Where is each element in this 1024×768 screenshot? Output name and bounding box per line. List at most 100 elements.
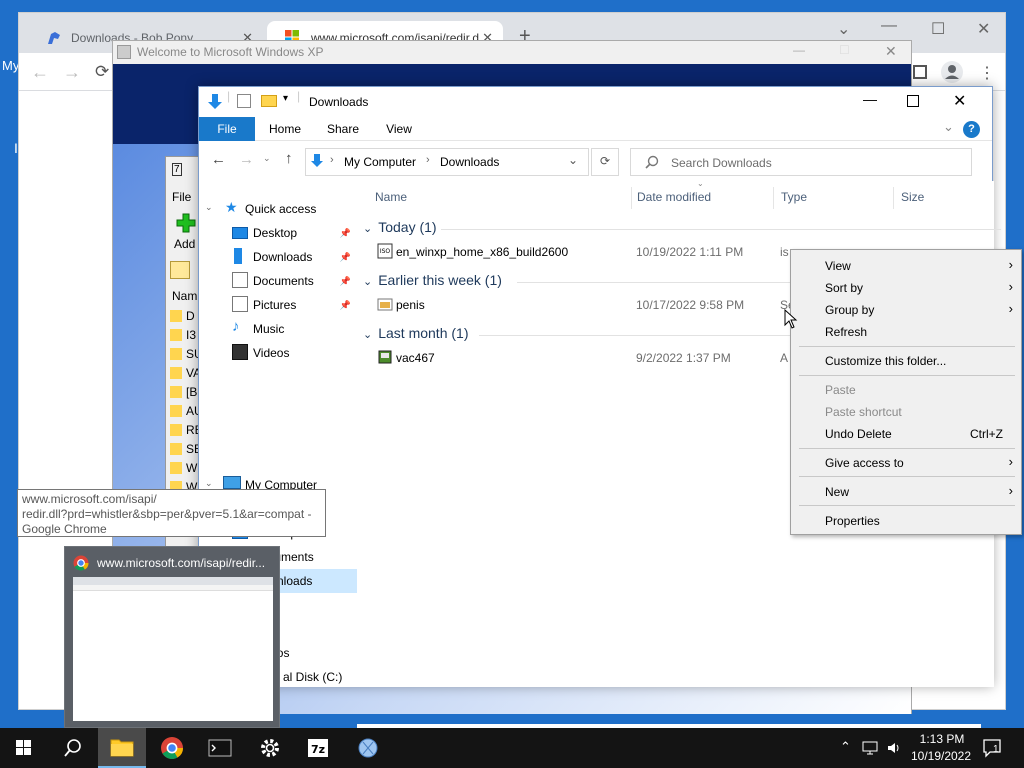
maximize-icon[interactable]: ☐ <box>839 43 850 57</box>
svg-text:ISO: ISO <box>380 248 391 255</box>
tree-item-documents[interactable]: Documents 📌 <box>199 269 357 293</box>
sevenzip-menu-file[interactable]: File <box>172 190 191 204</box>
add-icon[interactable] <box>176 213 196 233</box>
maximize-icon[interactable] <box>907 95 919 107</box>
sevenzip-list-item[interactable]: [B <box>170 385 197 399</box>
pin-icon[interactable]: 📌 <box>340 228 351 239</box>
expand-ribbon-icon[interactable]: ⌄ <box>943 119 954 135</box>
pin-icon[interactable]: 📌 <box>340 300 351 311</box>
profile-avatar[interactable] <box>941 61 963 83</box>
up-icon[interactable]: ↑ <box>285 150 293 167</box>
sevenzip-list-item[interactable]: I3 <box>170 328 196 342</box>
add-label[interactable]: Add <box>174 237 195 251</box>
menu-item-sort-by[interactable]: Sort by › <box>791 276 1021 298</box>
taskbar-thumbnail-preview[interactable]: www.microsoft.com/isapi/redir... <box>64 546 280 728</box>
column-name: Nam <box>172 289 198 303</box>
show-hidden-icons-icon[interactable]: ⌃ <box>840 739 851 755</box>
notifications-icon[interactable]: 1 <box>982 738 1004 758</box>
file-date: 10/17/2022 9:58 PM <box>636 298 745 312</box>
tree-item-downloads[interactable]: Downloads 📌 <box>199 245 357 269</box>
forward-icon[interactable]: → <box>239 151 254 168</box>
search-button[interactable] <box>48 728 96 768</box>
chrome-taskbar-button[interactable] <box>148 728 196 768</box>
column-header-type[interactable]: Type <box>781 181 807 213</box>
file-explorer-taskbar-button[interactable] <box>98 728 146 768</box>
ribbon-tab-share[interactable]: Share <box>319 117 367 141</box>
minimize-icon[interactable]: — <box>863 91 877 107</box>
settings-taskbar-button[interactable] <box>246 728 294 768</box>
address-bar[interactable]: › My Computer › Downloads ⌄ <box>305 148 589 176</box>
close-icon[interactable]: ✕ <box>953 91 966 111</box>
sevenzip-list-item[interactable]: W <box>170 461 197 475</box>
breadcrumb-downloads[interactable]: Downloads <box>440 155 499 169</box>
refresh-icon[interactable]: ⟳ <box>591 148 619 176</box>
group-header[interactable]: ⌄ Earlier this week (1) <box>363 272 502 288</box>
group-header[interactable]: ⌄ Last month (1) <box>363 325 468 341</box>
reload-icon[interactable]: ⟳ <box>95 62 109 82</box>
terminal-taskbar-button[interactable] <box>196 728 244 768</box>
chevron-down-icon: ⌄ <box>363 223 373 235</box>
menu-label: View <box>825 259 851 273</box>
back-icon[interactable]: ← <box>211 151 226 168</box>
7zip-taskbar-button[interactable]: 7z <box>294 728 342 768</box>
sevenzip-list-item[interactable]: D <box>170 309 195 323</box>
help-icon[interactable]: ? <box>963 121 980 138</box>
menu-item-refresh[interactable]: Refresh <box>791 320 1021 342</box>
properties-icon[interactable] <box>237 94 251 108</box>
menu-separator <box>799 505 1015 506</box>
breadcrumb-my-computer[interactable]: My Computer <box>344 155 416 169</box>
quick-access-toolbar-dropdown-icon[interactable]: ▾ <box>283 93 288 104</box>
forward-icon[interactable]: → <box>63 62 81 83</box>
network-icon[interactable] <box>862 740 878 756</box>
menu-item-view[interactable]: View › <box>791 254 1021 276</box>
chevron-down-icon[interactable]: ⌄ <box>205 478 213 489</box>
menu-item-paste-shortcut[interactable]: Paste shortcut <box>791 400 1021 422</box>
xp-title: Welcome to Microsoft Windows XP <box>137 45 324 59</box>
back-icon[interactable]: ← <box>31 62 49 83</box>
start-button[interactable] <box>0 728 48 768</box>
chevron-down-icon[interactable]: ⌄ <box>205 202 213 213</box>
menu-item-give-access[interactable]: Give access to › <box>791 451 1021 473</box>
close-icon[interactable]: ✕ <box>977 19 990 39</box>
thumbnail-title: www.microsoft.com/isapi/redir... <box>97 556 266 570</box>
close-icon[interactable]: ✕ <box>885 43 897 60</box>
tree-item-quick-access[interactable]: ⌄ ★ Quick access <box>199 197 357 221</box>
search-input[interactable]: Search Downloads <box>630 148 972 176</box>
pin-icon[interactable]: 📌 <box>340 252 351 263</box>
new-folder-icon[interactable] <box>261 95 277 107</box>
sevenzip-list-item[interactable]: VA <box>170 366 201 380</box>
minimize-icon[interactable]: — <box>881 17 897 35</box>
menu-item-customize[interactable]: Customize this folder... <box>791 349 1021 371</box>
folder-up-icon[interactable] <box>170 261 190 279</box>
xp-tour-taskbar-button[interactable] <box>344 728 392 768</box>
menu-icon[interactable]: ⋮ <box>979 63 995 83</box>
volume-icon[interactable] <box>886 740 902 756</box>
address-dropdown-icon[interactable]: ⌄ <box>568 153 578 167</box>
ribbon-tab-home[interactable]: Home <box>261 117 309 141</box>
ribbon-tab-view[interactable]: View <box>375 117 423 141</box>
menu-item-paste[interactable]: Paste <box>791 378 1021 400</box>
tree-item-desktop[interactable]: Desktop 📌 <box>199 221 357 245</box>
ribbon-tab-file[interactable]: File <box>199 117 255 141</box>
pin-icon[interactable]: 📌 <box>340 276 351 287</box>
tab-search-icon[interactable]: ⌄ <box>837 19 850 39</box>
tree-item-pictures[interactable]: Pictures 📌 <box>199 293 357 317</box>
menu-separator <box>799 476 1015 477</box>
tree-item-local-disk[interactable]: al Disk (C:) <box>283 665 342 687</box>
menu-item-new[interactable]: New › <box>791 480 1021 502</box>
menu-item-group-by[interactable]: Group by › <box>791 298 1021 320</box>
minimize-icon[interactable]: — <box>793 43 805 57</box>
menu-item-undo-delete[interactable]: Undo Delete Ctrl+Z <box>791 422 1021 444</box>
column-header-name[interactable]: Name <box>375 181 407 213</box>
menu-item-properties[interactable]: Properties <box>791 509 1021 531</box>
column-header-size[interactable]: Size <box>901 181 924 213</box>
clock-date[interactable]: 10/19/2022 <box>906 749 976 763</box>
group-header[interactable]: ⌄ Today (1) <box>363 219 437 235</box>
maximize-icon[interactable]: ☐ <box>931 19 945 39</box>
tree-item-videos[interactable]: Videos <box>199 341 357 365</box>
file-type: A <box>780 351 789 365</box>
tree-item-music[interactable]: ♪ Music <box>199 317 357 341</box>
recent-locations-icon[interactable]: ⌄ <box>263 153 271 164</box>
side-panel-icon[interactable] <box>913 65 927 79</box>
clock-time[interactable]: 1:13 PM <box>912 732 972 746</box>
